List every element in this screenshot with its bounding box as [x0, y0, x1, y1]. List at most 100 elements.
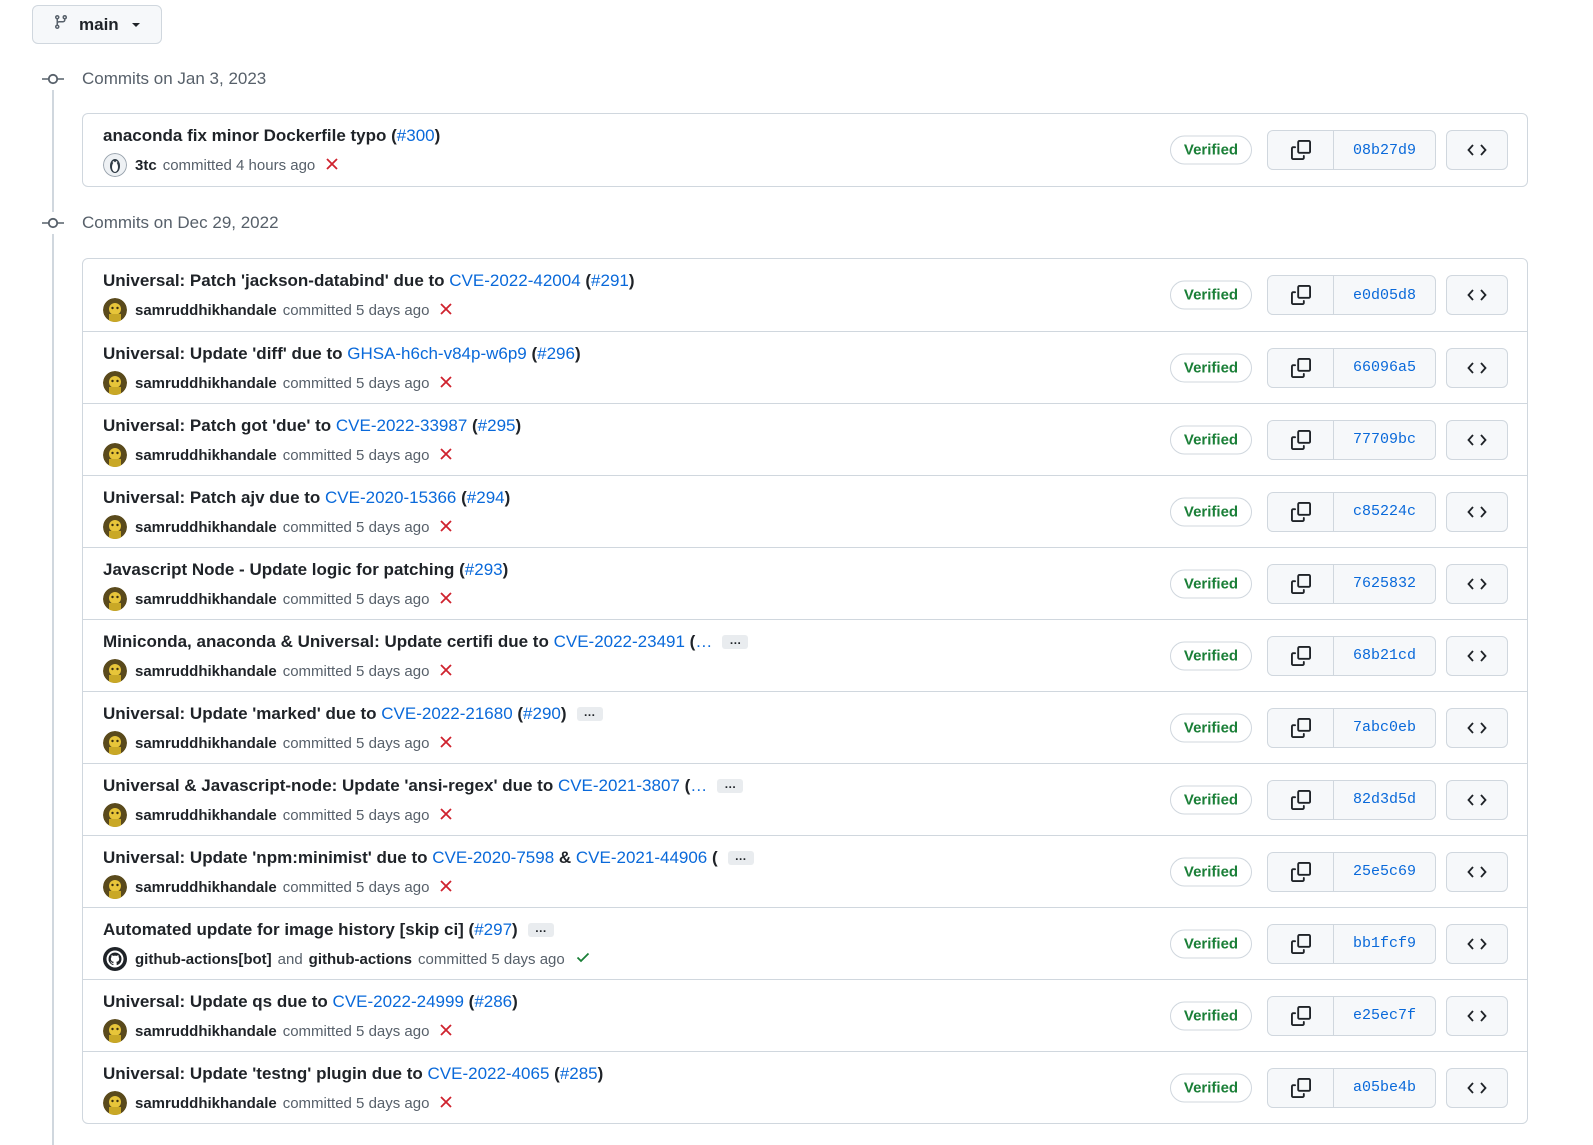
commit-sha-link[interactable]: e25ec7f: [1334, 997, 1435, 1035]
avatar[interactable]: [103, 515, 127, 539]
commit-message-link[interactable]: …: [695, 632, 712, 652]
code-icon[interactable]: [1446, 419, 1508, 460]
x-icon[interactable]: [439, 1094, 453, 1112]
code-icon[interactable]: [1446, 1067, 1508, 1108]
commit-sha-link[interactable]: 66096a5: [1334, 349, 1435, 387]
commit-message[interactable]: Universal: Patch got 'due' to CVE-2022-3…: [103, 416, 521, 436]
commit-sha-link[interactable]: a05be4b: [1334, 1069, 1435, 1107]
avatar[interactable]: [103, 587, 127, 611]
verified-badge[interactable]: Verified: [1170, 713, 1252, 742]
verified-badge[interactable]: Verified: [1170, 353, 1252, 382]
copy-icon[interactable]: [1268, 708, 1334, 747]
code-icon[interactable]: [1446, 275, 1508, 315]
commit-message[interactable]: Universal: Update 'testng' plugin due to…: [103, 1064, 603, 1084]
commit-sha-link[interactable]: 82d3d5d: [1334, 781, 1435, 819]
commit-message-link[interactable]: #293: [465, 560, 503, 580]
commit-message-link[interactable]: #294: [467, 488, 505, 508]
commit-author[interactable]: samruddhikhandale: [135, 807, 277, 824]
commit-author[interactable]: samruddhikhandale: [135, 447, 277, 464]
code-icon[interactable]: [1446, 995, 1508, 1036]
expand-message-button[interactable]: …: [527, 922, 554, 937]
check-icon[interactable]: [575, 949, 591, 969]
commit-message[interactable]: Universal: Update qs due to CVE-2022-249…: [103, 992, 518, 1012]
x-icon[interactable]: [439, 301, 453, 319]
commit-message-link[interactable]: #295: [478, 416, 516, 436]
verified-badge[interactable]: Verified: [1170, 929, 1252, 958]
x-icon[interactable]: [439, 806, 453, 824]
code-icon[interactable]: [1446, 491, 1508, 532]
commit-message-link[interactable]: CVE-2020-15366: [325, 488, 456, 508]
expand-message-button[interactable]: …: [722, 634, 749, 649]
commit-message-link[interactable]: #286: [474, 992, 512, 1012]
copy-icon[interactable]: [1268, 564, 1334, 603]
commit-author[interactable]: samruddhikhandale: [135, 1023, 277, 1040]
x-icon[interactable]: [439, 878, 453, 896]
commit-message-link[interactable]: …: [690, 776, 707, 796]
copy-icon[interactable]: [1268, 348, 1334, 387]
commit-author[interactable]: samruddhikhandale: [135, 735, 277, 752]
commit-author[interactable]: samruddhikhandale: [135, 1095, 277, 1112]
x-icon[interactable]: [439, 446, 453, 464]
avatar[interactable]: [103, 659, 127, 683]
code-icon[interactable]: [1446, 635, 1508, 676]
commit-message-link[interactable]: CVE-2021-44906: [576, 848, 707, 868]
commit-message[interactable]: Universal: Patch ajv due to CVE-2020-153…: [103, 488, 510, 508]
verified-badge[interactable]: Verified: [1170, 280, 1252, 310]
commit-message[interactable]: Universal: Update 'diff' due to GHSA-h6c…: [103, 344, 581, 364]
avatar[interactable]: [103, 947, 127, 971]
code-icon[interactable]: [1446, 707, 1508, 748]
commit-author[interactable]: github-actions: [309, 951, 412, 968]
x-icon[interactable]: [439, 734, 453, 752]
avatar[interactable]: [103, 443, 127, 467]
expand-message-button[interactable]: …: [576, 706, 603, 721]
commit-author[interactable]: samruddhikhandale: [135, 302, 277, 319]
avatar[interactable]: [103, 371, 127, 395]
avatar[interactable]: [103, 298, 127, 322]
commit-message-link[interactable]: CVE-2022-21680: [381, 704, 512, 724]
copy-icon[interactable]: [1268, 924, 1334, 963]
x-icon[interactable]: [439, 1022, 453, 1040]
commit-message-link[interactable]: CVE-2021-3807: [558, 776, 680, 796]
code-icon[interactable]: [1446, 347, 1508, 388]
commit-message-link[interactable]: CVE-2022-4065: [428, 1064, 550, 1084]
code-icon[interactable]: [1446, 130, 1508, 170]
commit-author[interactable]: samruddhikhandale: [135, 663, 277, 680]
avatar[interactable]: [103, 1019, 127, 1043]
commit-message-link[interactable]: GHSA-h6ch-v84p-w6p9: [347, 344, 527, 364]
commit-message[interactable]: anaconda fix minor Dockerfile typo (#300…: [103, 126, 440, 146]
avatar[interactable]: [103, 875, 127, 899]
commit-message[interactable]: Universal: Update 'marked' due to CVE-20…: [103, 704, 603, 724]
verified-badge[interactable]: Verified: [1170, 785, 1252, 814]
commit-message[interactable]: Javascript Node - Update logic for patch…: [103, 560, 508, 580]
commit-author[interactable]: github-actions[bot]: [135, 951, 272, 968]
commit-sha-link[interactable]: e0d05d8: [1334, 276, 1435, 314]
verified-badge[interactable]: Verified: [1170, 1001, 1252, 1030]
branch-selector-button[interactable]: main: [32, 5, 162, 44]
commit-sha-link[interactable]: 7abc0eb: [1334, 709, 1435, 747]
verified-badge[interactable]: Verified: [1170, 135, 1252, 165]
commit-sha-link[interactable]: 68b21cd: [1334, 637, 1435, 675]
verified-badge[interactable]: Verified: [1170, 857, 1252, 886]
verified-badge[interactable]: Verified: [1170, 425, 1252, 454]
commit-author[interactable]: samruddhikhandale: [135, 519, 277, 536]
verified-badge[interactable]: Verified: [1170, 497, 1252, 526]
verified-badge[interactable]: Verified: [1170, 569, 1252, 598]
copy-icon[interactable]: [1268, 276, 1334, 314]
commit-author[interactable]: samruddhikhandale: [135, 591, 277, 608]
commit-message[interactable]: Miniconda, anaconda & Universal: Update …: [103, 632, 749, 652]
copy-icon[interactable]: [1268, 996, 1334, 1035]
commit-sha-link[interactable]: 25e5c69: [1334, 853, 1435, 891]
commit-message-link[interactable]: #290: [523, 704, 561, 724]
commit-message[interactable]: Universal: Patch 'jackson-databind' due …: [103, 271, 635, 291]
copy-icon[interactable]: [1268, 636, 1334, 675]
commit-message-link[interactable]: #300: [397, 126, 435, 146]
copy-icon[interactable]: [1268, 1068, 1334, 1107]
commit-message-link[interactable]: CVE-2022-42004: [449, 271, 580, 291]
copy-icon[interactable]: [1268, 420, 1334, 459]
x-icon[interactable]: [325, 156, 339, 174]
verified-badge[interactable]: Verified: [1170, 641, 1252, 670]
expand-message-button[interactable]: …: [727, 850, 754, 865]
code-icon[interactable]: [1446, 851, 1508, 892]
avatar[interactable]: [103, 153, 127, 177]
commit-author[interactable]: samruddhikhandale: [135, 375, 277, 392]
